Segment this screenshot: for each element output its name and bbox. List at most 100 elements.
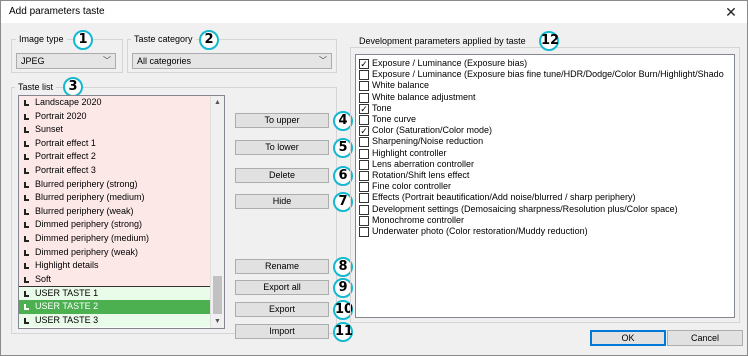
taste-list-item[interactable]: Portrait effect 2 (19, 150, 211, 164)
checkbox-unchecked-icon[interactable] (359, 193, 369, 204)
badge-3: 3 (63, 77, 83, 97)
taste-listbox[interactable]: Landscape 2020 Portrait 2020 Sunset Portrai… (18, 95, 225, 329)
param-checkbox-row[interactable]: Tone curve (358, 114, 416, 125)
to-upper-button[interactable]: To upper (235, 113, 329, 128)
param-checkbox-row[interactable]: ✓ Exposure / Luminance (Exposure bias) (358, 58, 527, 69)
taste-list-item[interactable]: Dimmed periphery (weak) (19, 245, 211, 260)
scroll-thumb[interactable] (213, 276, 222, 314)
param-checkbox-row[interactable]: Monochrome controller (358, 215, 464, 226)
taste-list-item[interactable]: Blurred periphery (medium) (19, 191, 211, 205)
ok-button[interactable]: OK (590, 330, 666, 346)
param-checkbox-row[interactable]: Effects (Portrait beautification/Add noi… (358, 192, 636, 204)
param-checkbox-row[interactable]: ✓ Tone (358, 103, 392, 114)
param-label: Exposure / Luminance (Exposure bias) (372, 58, 528, 68)
taste-list-item[interactable]: Dimmed periphery (medium) (19, 231, 211, 246)
taste-list-item[interactable]: Sunset (19, 123, 211, 137)
taste-list-item[interactable]: Blurred periphery (strong) (19, 177, 211, 192)
scroll-down-icon[interactable]: ▼ (211, 315, 224, 328)
taste-item-label: Portrait effect 3 (35, 164, 96, 175)
taste-item-label: Dimmed periphery (medium) (35, 232, 150, 243)
checkbox-checked-icon[interactable]: ✓ (359, 126, 369, 137)
checkbox-unchecked-icon[interactable] (359, 227, 369, 237)
param-checkbox-row[interactable]: White balance (358, 80, 429, 92)
taste-item-icon (24, 181, 29, 188)
param-checkbox-row[interactable]: Exposure / Luminance (Exposure bias fine… (358, 69, 724, 81)
taste-item-label: Highlight details (35, 260, 99, 271)
checkbox-unchecked-icon[interactable] (359, 171, 369, 181)
taste-item-icon (24, 167, 29, 174)
image-type-select[interactable]: JPEG ﹀ (16, 53, 116, 69)
param-checkbox-row[interactable]: Rotation/Shift lens effect (358, 170, 469, 181)
param-checkbox-row[interactable]: Development settings (Demosaicing sharpn… (358, 204, 678, 215)
param-label: Exposure / Luminance (Exposure bias fine… (372, 69, 724, 80)
taste-item-label: Blurred periphery (weak) (35, 205, 134, 216)
param-label: Underwater photo (Color restoration/Mudd… (372, 226, 588, 236)
checkbox-unchecked-icon[interactable] (359, 159, 369, 170)
to-lower-button[interactable]: To lower (235, 140, 329, 155)
checkbox-unchecked-icon[interactable] (359, 70, 369, 81)
taste-category-label: Taste category (131, 34, 196, 44)
taste-list-scrollbar[interactable]: ▲ ▼ (210, 96, 224, 328)
cancel-button[interactable]: Cancel (667, 330, 743, 346)
param-label: Effects (Portrait beautification/Add noi… (372, 192, 636, 203)
param-label: Fine color controller (372, 181, 452, 192)
param-label: Sharpening/Noise reduction (372, 136, 484, 147)
param-checkbox-row[interactable]: Fine color controller (358, 181, 452, 193)
param-checkbox-row[interactable]: White balance adjustment (358, 92, 476, 103)
checkbox-unchecked-icon[interactable] (359, 148, 369, 159)
param-checkbox-row[interactable]: Sharpening/Noise reduction (358, 136, 484, 148)
param-label: Tone (372, 102, 392, 113)
taste-list-item[interactable]: Portrait 2020 (19, 109, 211, 124)
param-checkbox-row[interactable]: Lens aberration controller (358, 159, 474, 170)
taste-item-label: USER TASTE 2 (35, 300, 99, 311)
checkbox-checked-icon[interactable]: ✓ (359, 103, 369, 114)
param-checkbox-row[interactable]: Highlight controller (358, 148, 447, 159)
close-icon[interactable]: ✕ (721, 3, 741, 21)
checkbox-unchecked-icon[interactable] (359, 137, 369, 148)
param-label: Tone curve (372, 114, 417, 124)
checkbox-unchecked-icon[interactable] (359, 81, 369, 92)
checkbox-unchecked-icon[interactable] (359, 215, 369, 226)
title-bar: Add parameters taste ✕ (1, 1, 747, 23)
badge-2: 2 (199, 30, 219, 50)
checkbox-unchecked-icon[interactable] (359, 115, 369, 125)
dialog-window: Add parameters taste ✕ Image type JPEG ﹀… (0, 0, 748, 356)
import-button[interactable]: Import (235, 324, 329, 339)
param-checkbox-row[interactable]: ✓ Color (Saturation/Color mode) (358, 125, 492, 137)
taste-list-item[interactable]: Landscape 2020 (19, 96, 211, 110)
taste-item-label: USER TASTE 3 (35, 314, 99, 325)
export-all-button[interactable]: Export all (235, 280, 329, 295)
taste-category-select[interactable]: All categories ﹀ (132, 53, 332, 69)
param-label: White balance adjustment (372, 91, 476, 102)
checkbox-unchecked-icon[interactable] (359, 92, 369, 103)
taste-item-icon (24, 208, 29, 215)
taste-list-item[interactable]: USER TASTE 2 (19, 299, 211, 314)
scroll-up-icon[interactable]: ▲ (211, 96, 224, 109)
taste-category-value: All categories (137, 56, 192, 66)
taste-item-label: Portrait effect 1 (35, 137, 96, 148)
export-button[interactable]: Export (235, 302, 329, 317)
taste-list-item[interactable]: Soft (19, 272, 211, 287)
param-checkbox-row[interactable]: Underwater photo (Color restoration/Mudd… (358, 226, 588, 237)
badge-11: 11 (333, 322, 353, 342)
taste-list-item[interactable]: Portrait effect 3 (19, 163, 211, 178)
rename-button[interactable]: Rename (235, 259, 329, 274)
taste-item-icon (24, 276, 29, 283)
delete-button[interactable]: Delete (235, 168, 329, 183)
taste-item-label: Landscape 2020 (35, 97, 102, 107)
taste-item-label: Portrait effect 2 (35, 151, 96, 162)
taste-list-item[interactable]: USER TASTE 1 (19, 286, 211, 300)
hide-button[interactable]: Hide (235, 194, 329, 209)
taste-list-item[interactable]: Blurred periphery (weak) (19, 204, 211, 219)
checkbox-checked-icon[interactable]: ✓ (359, 59, 369, 69)
taste-list-item[interactable]: Dimmed periphery (strong) (19, 218, 211, 232)
taste-list-item[interactable]: Portrait effect 1 (19, 136, 211, 151)
checkbox-unchecked-icon[interactable] (359, 182, 369, 193)
taste-item-icon (24, 263, 29, 270)
taste-item-icon (24, 235, 29, 242)
taste-list-item[interactable]: Highlight details (19, 259, 211, 273)
taste-item-label: Blurred periphery (medium) (35, 192, 145, 203)
checkbox-unchecked-icon[interactable] (359, 204, 369, 215)
taste-item-icon (24, 222, 29, 229)
taste-list-item[interactable]: USER TASTE 3 (19, 313, 211, 328)
